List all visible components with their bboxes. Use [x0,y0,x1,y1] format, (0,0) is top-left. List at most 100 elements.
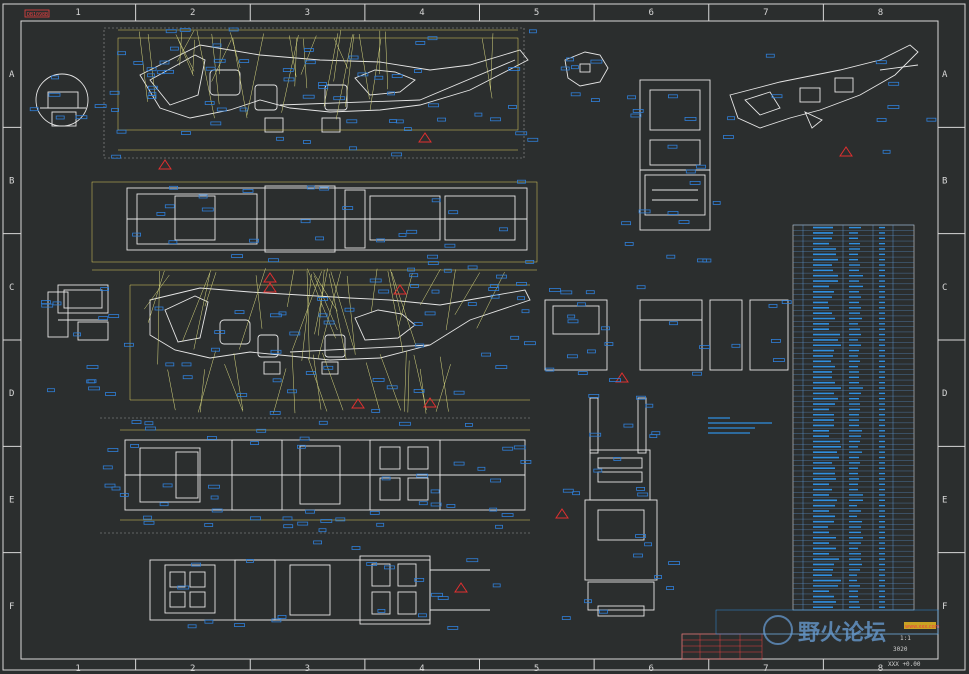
dimension-callout [318,528,327,533]
dimension-callout [346,119,358,124]
dimension-callout [668,94,678,99]
dimension-callout [624,241,634,246]
title-block-code: 3020 [893,646,908,653]
dimension-callout [587,349,596,354]
dimension-callout [515,131,528,136]
dimension-callout [577,302,586,307]
watermark-logo-icon [763,615,793,645]
dimension-callout [636,486,645,491]
dimension-callout [250,441,260,446]
dimension-callout [94,104,107,108]
detail-view-circle [35,73,89,127]
dimension-callout [211,508,223,513]
dimension-callout [182,375,193,380]
dimension-callout [86,365,99,369]
dimension-callout [560,290,573,295]
dimension-callout [302,140,311,144]
dimension-callout [318,82,327,86]
dimension-callout [302,94,315,99]
dimension-callout [237,393,248,397]
dimension-callout [117,51,126,56]
dimension-callout [781,300,792,305]
dimension-callout [492,583,501,588]
dimension-callout [415,41,426,45]
dimension-callout [585,290,595,295]
dimension-callout [424,311,436,316]
dimension-callout [133,61,144,65]
dimension-callout [875,60,887,65]
zone-column-label: 8 [878,8,883,18]
dimension-callout [588,393,600,398]
dimension-callout [342,206,354,211]
dimension-callout [517,296,525,301]
dimension-callout [630,113,642,118]
dimension-callout [467,265,478,270]
end-detail-left [47,284,109,341]
section-marker-triangle-icon [263,272,277,283]
dimension-callout [315,236,325,241]
dimension-callout [524,341,536,346]
dimension-callout [116,129,127,134]
dimension-callout [428,103,440,108]
dimension-callout [333,96,346,101]
dimension-callout [678,220,690,225]
zone-column-label: 4 [419,8,424,18]
dimension-callout [318,420,328,425]
section-marker-triangle-icon [839,146,853,157]
plan-view-upper-dims [91,181,538,271]
dimension-callout [111,108,119,112]
dimension-callout [208,484,220,489]
dimension-callout [453,390,465,395]
dimension-callout [689,180,701,185]
dimension-callout [305,509,315,514]
dimension-callout [567,314,576,319]
plan-view-upper [126,185,528,253]
dimension-callout [560,66,570,71]
zone-row-label: C [942,283,947,293]
dimension-callout [712,200,721,205]
dimension-callout [453,461,465,466]
dimension-callout [41,300,51,305]
dimension-callout [417,613,427,618]
zone-row-label: F [9,602,14,612]
zone-column-label: 1 [75,8,80,18]
dimension-callout [496,274,507,279]
dimension-callout [467,302,477,306]
dimension-callout [409,273,419,278]
dimension-callout [474,112,483,117]
dimension-callout [882,149,891,154]
dimension-callout [727,116,735,121]
dimension-callout [567,354,578,359]
dimension-callout [250,516,261,521]
dimension-callout [926,117,937,122]
dimension-callout [636,285,646,290]
dimension-callout [169,46,179,51]
dimension-callout [177,585,190,590]
dimension-callout [502,446,514,451]
watermark: 野火论坛 www.xxx.com [763,615,940,646]
dimension-callout [124,342,134,347]
dimension-callout [143,520,155,525]
zone-column-label: 2 [190,8,195,18]
dimension-callout [391,152,403,157]
dimension-callout [773,358,785,363]
dimension-callout [147,73,155,78]
isometric-view [729,44,919,129]
dimension-callout [282,516,293,521]
side-elevation-view-top [139,44,529,133]
dimension-callout [723,135,734,139]
dimension-callout [623,423,634,428]
dimension-callout [180,131,191,135]
dimension-callout [377,609,386,613]
dimension-callout [156,211,166,216]
dimension-callout [418,501,428,506]
dimension-callouts [29,27,937,630]
dimension-callout [669,321,678,326]
zone-column-label: 7 [763,664,768,674]
dimension-callout [228,27,239,32]
dimension-callout [692,371,702,376]
dimension-callout [590,59,603,64]
dimension-callout [495,524,503,529]
zone-row-label: F [942,602,947,612]
dimension-callout [52,301,62,306]
